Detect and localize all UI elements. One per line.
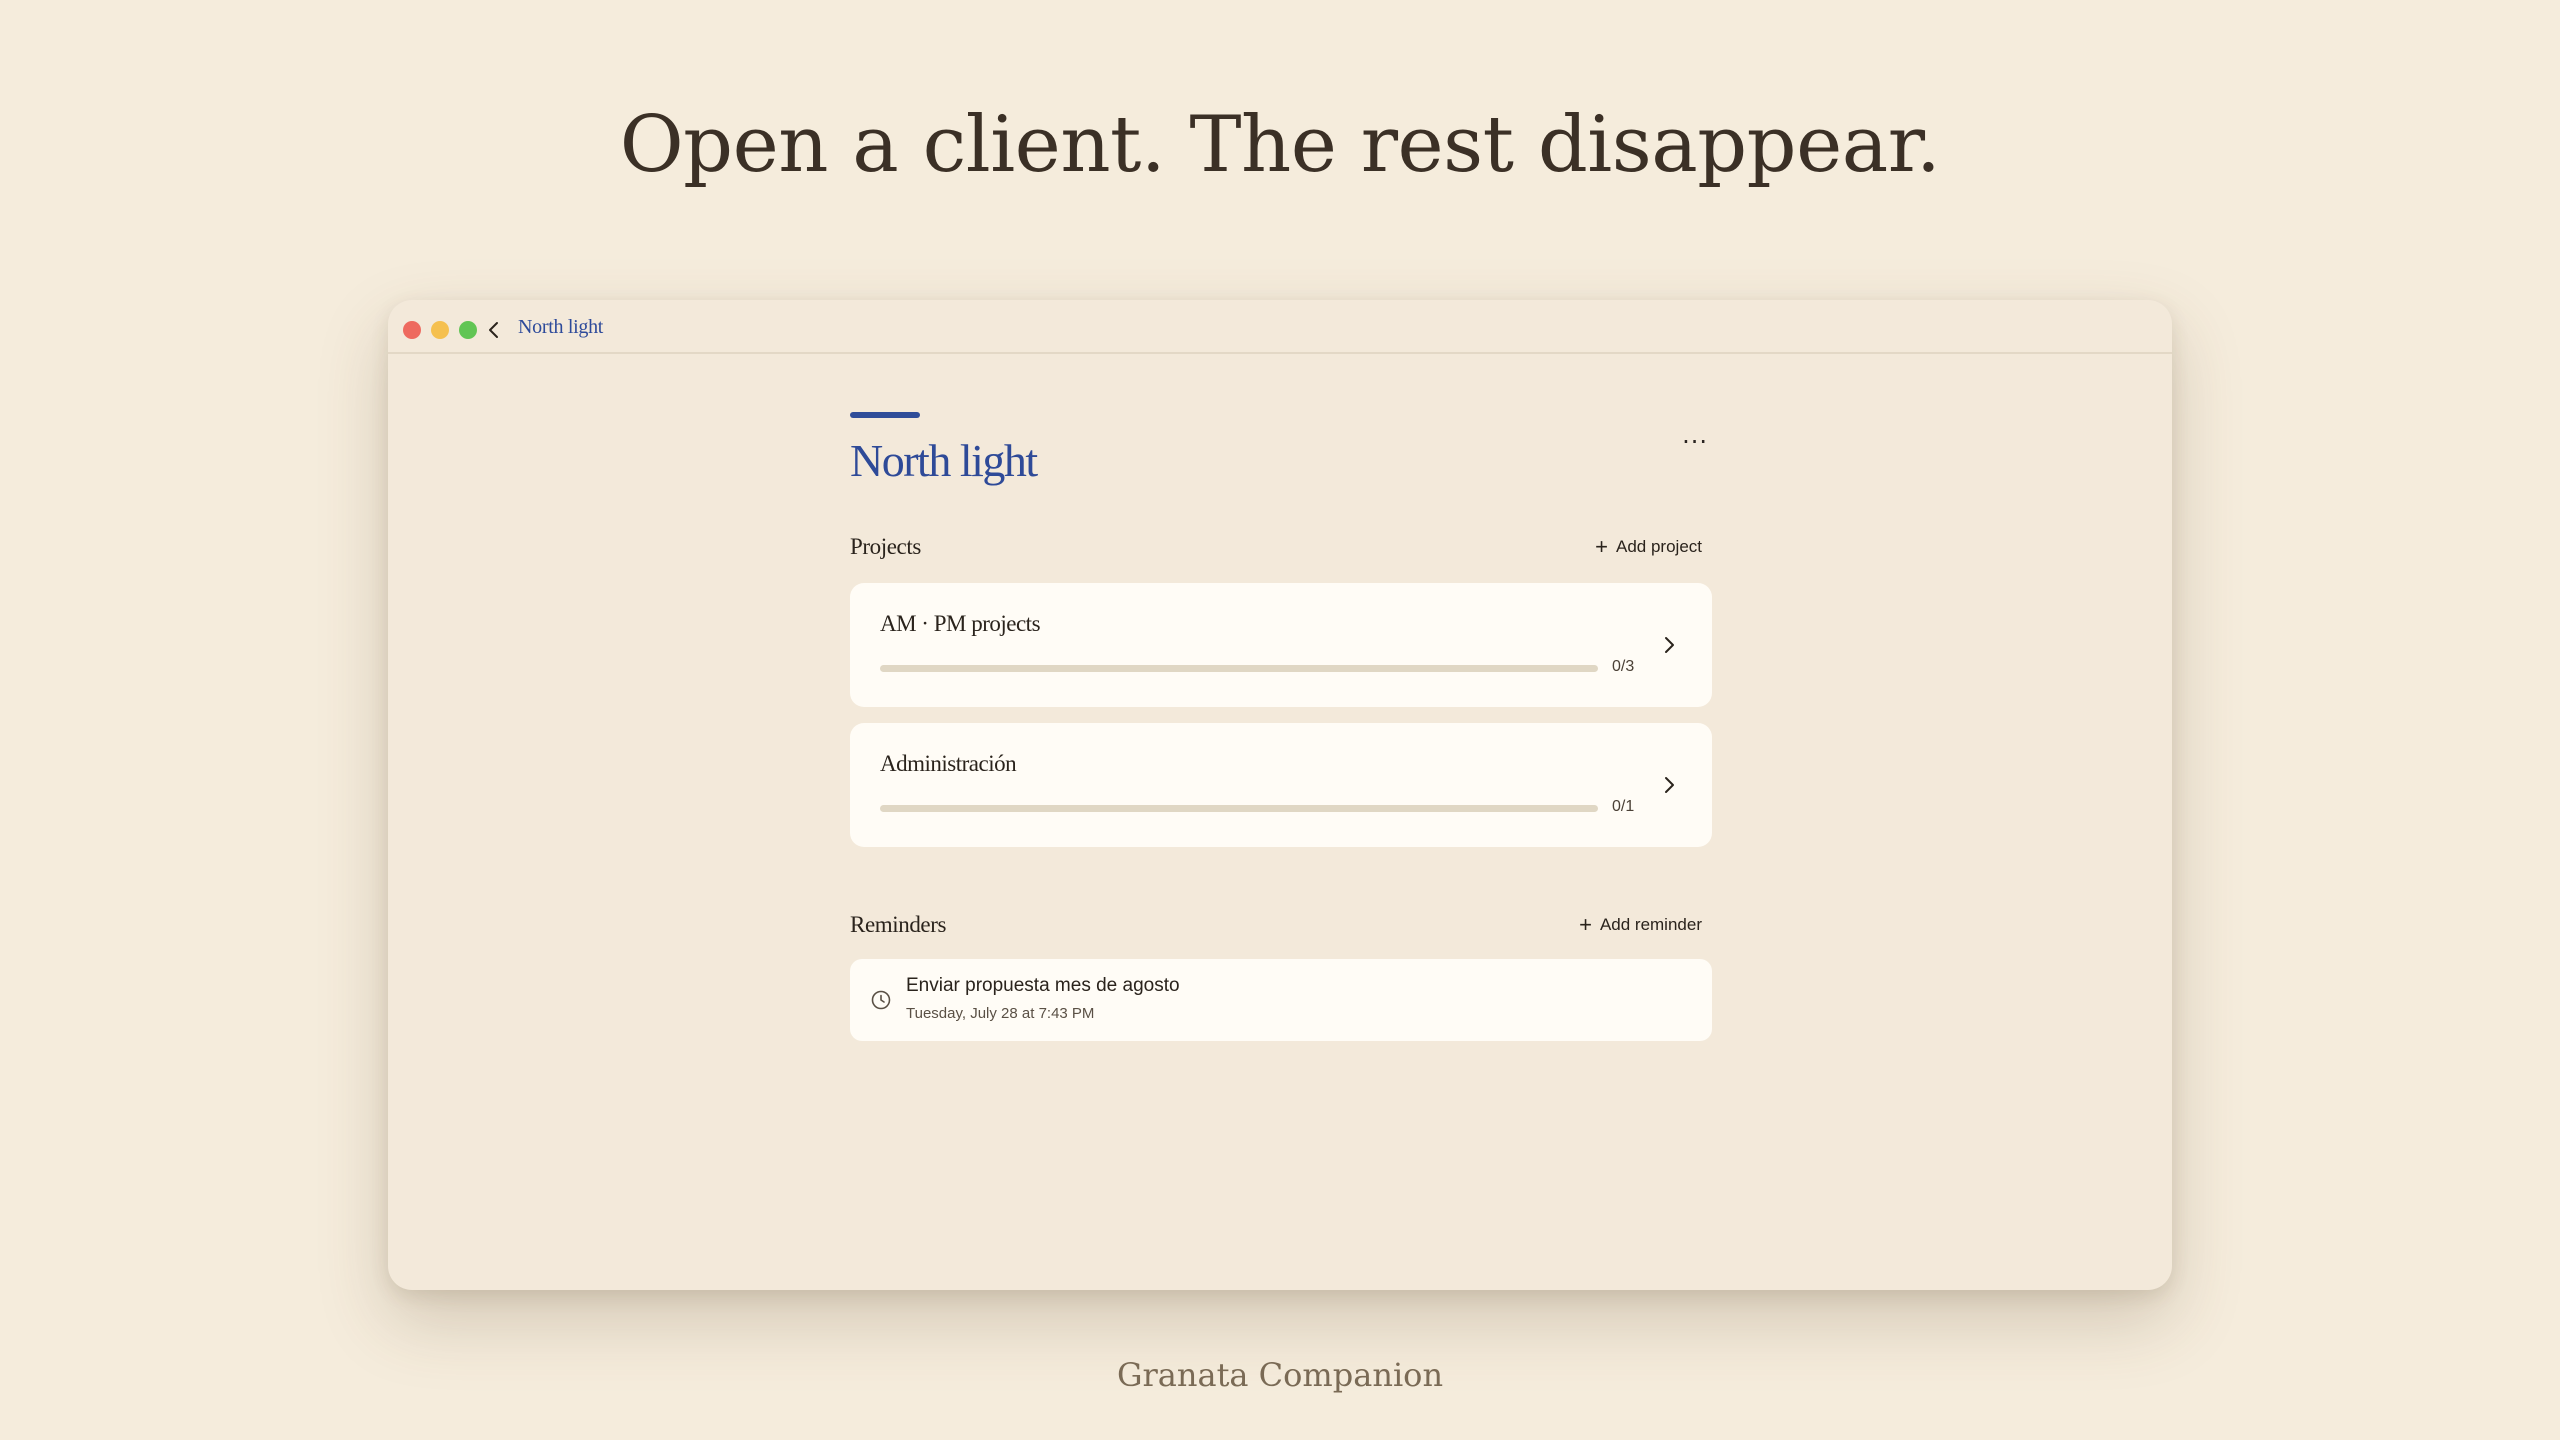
add-reminder-label: Add reminder [1599, 915, 1702, 934]
project-card[interactable]: AM · PM projects 0/3 [850, 583, 1712, 707]
client-title: North light [850, 435, 1038, 486]
project-name: AM · PM projects [880, 611, 1041, 636]
minimize-window-button[interactable] [431, 321, 449, 339]
projects-section-header: Projects + Add project [850, 527, 1712, 567]
reminder-date: Tuesday, July 28 at 7:43 PM [906, 1005, 1095, 1022]
clock-icon [871, 990, 891, 1010]
title-accent-bar [850, 412, 920, 418]
chevron-right-icon [1665, 637, 1674, 653]
app-window: North light North light ··· Projects + A… [388, 300, 2172, 1290]
plus-icon: + [1595, 534, 1608, 559]
reminders-heading: Reminders [850, 912, 947, 937]
project-task-count: 0/1 [1612, 798, 1635, 815]
project-name: Administración [880, 751, 1017, 776]
chevron-left-icon[interactable] [484, 319, 504, 341]
zoom-window-button[interactable] [459, 321, 477, 339]
reminders-section-header: Reminders + Add reminder [850, 905, 1712, 945]
add-project-label: Add project [1616, 537, 1702, 556]
app-name-footer: Granata Companion [1116, 1356, 1444, 1394]
add-project-button[interactable]: + Add project [1595, 536, 1702, 558]
reminder-item[interactable]: Enviar propuesta mes de agosto Tuesday, … [850, 959, 1712, 1041]
more-horizontal-icon[interactable]: ··· [1682, 428, 1708, 456]
title-bar: North light [388, 300, 2172, 354]
project-card[interactable]: Administración 0/1 [850, 723, 1712, 847]
project-task-count: 0/3 [1612, 658, 1635, 675]
project-progress-bar [880, 805, 1598, 812]
window-title: North light [518, 316, 604, 338]
plus-icon: + [1579, 912, 1592, 937]
client-detail: North light ··· Projects + Add project A… [850, 412, 1712, 1041]
project-progress-bar [880, 665, 1598, 672]
add-reminder-button[interactable]: + Add reminder [1579, 914, 1702, 936]
close-window-button[interactable] [403, 321, 421, 339]
chevron-right-icon [1665, 777, 1674, 793]
reminder-title: Enviar propuesta mes de agosto [906, 975, 1180, 996]
projects-heading: Projects [850, 534, 921, 559]
page-headline: Open a client. The rest disappear. [619, 100, 1941, 190]
